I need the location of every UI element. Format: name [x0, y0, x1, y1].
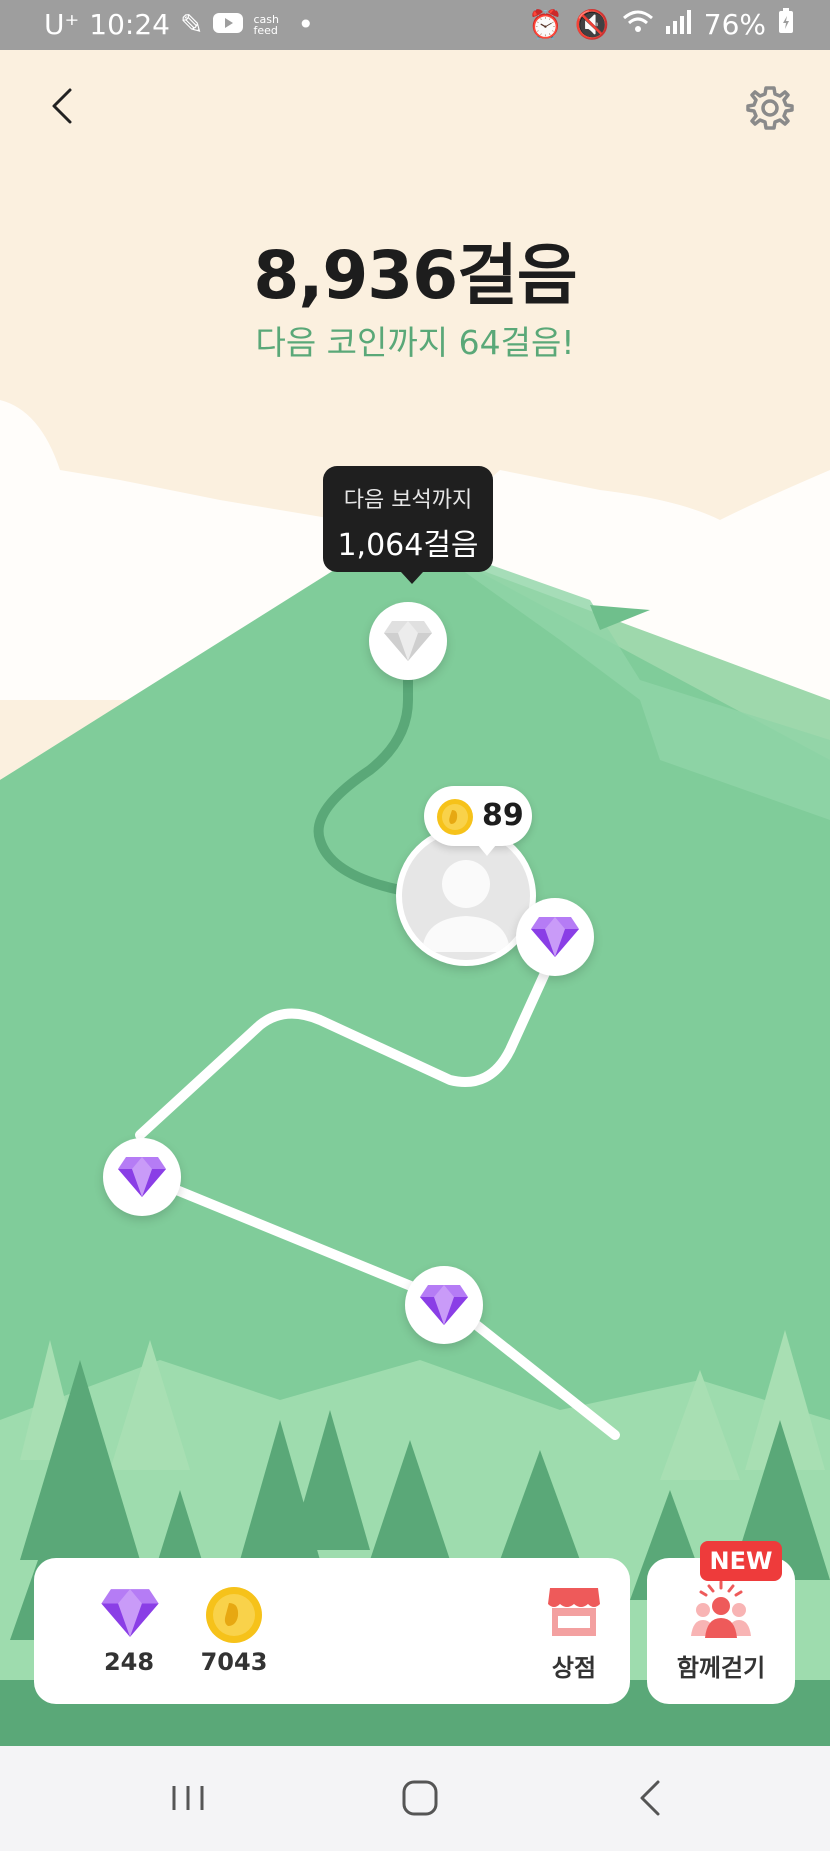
gem-node[interactable]: [103, 1138, 181, 1216]
status-bar: U⁺ 10:24 ✎ cash feed • ⏰ 🔇 76%: [0, 0, 830, 50]
next-gem-node[interactable]: [369, 602, 447, 680]
dot-icon: •: [297, 8, 314, 41]
coin-count: 7043: [200, 1648, 268, 1676]
back-button[interactable]: [40, 84, 84, 128]
alarm-icon: ⏰: [528, 8, 563, 41]
recent-apps-icon: [172, 1786, 204, 1810]
mute-icon: 🔇: [574, 8, 610, 41]
gem-icon: [118, 1157, 166, 1197]
gem-count: 248: [103, 1648, 155, 1676]
youtube-icon: [213, 8, 244, 41]
user-icon: [422, 860, 510, 952]
shop-label: 상점: [551, 1654, 597, 1682]
next-gem-tooltip: 다음 보석까지 1,064걸음: [323, 466, 493, 584]
home-icon: [402, 1780, 438, 1816]
next-coin-message: 다음 코인까지 64걸음!: [255, 323, 575, 362]
recent-apps-button[interactable]: [160, 1776, 220, 1820]
cashfeed-icon: cash feed: [253, 12, 279, 37]
new-badge: NEW: [700, 1541, 782, 1581]
home-button[interactable]: [390, 1776, 450, 1820]
gem-icon: [101, 1589, 159, 1637]
coin-icon: [206, 1587, 262, 1643]
gem-node[interactable]: [516, 898, 594, 976]
gear-icon: [746, 86, 794, 130]
wallet-card: 248 7043 상점: [34, 1558, 630, 1704]
system-nav-bar: [0, 1746, 830, 1851]
store-icon: [548, 1588, 600, 1636]
settings-button[interactable]: [746, 84, 794, 132]
gem-icon: [420, 1285, 468, 1325]
walk-together-label: 함께걷기: [676, 1654, 766, 1682]
carrier-label: U⁺: [44, 8, 80, 41]
chevron-left-icon: [52, 88, 72, 124]
coin-bubble-value: 89: [482, 798, 524, 833]
gem-icon: [531, 917, 579, 957]
gem-locked-icon: [384, 621, 432, 661]
collected-coins-bubble: 89: [424, 786, 532, 856]
wifi-icon: [622, 8, 654, 41]
pencil-icon: ✎: [179, 8, 204, 41]
signal-icon: [665, 8, 692, 41]
battery-label: 76%: [703, 8, 766, 41]
step-count: 8,936걸음: [253, 237, 577, 314]
tooltip-steps: 1,064걸음: [337, 528, 479, 563]
time-label: 10:24: [89, 8, 170, 41]
avatar[interactable]: [396, 826, 536, 966]
tooltip-title: 다음 보석까지: [343, 488, 473, 513]
gem-node[interactable]: [405, 1266, 483, 1344]
system-back-button[interactable]: [620, 1776, 680, 1820]
group-icon: [691, 1580, 751, 1638]
coin-icon: [437, 799, 473, 835]
chevron-left-icon: [640, 1780, 660, 1816]
battery-icon: [778, 8, 794, 41]
